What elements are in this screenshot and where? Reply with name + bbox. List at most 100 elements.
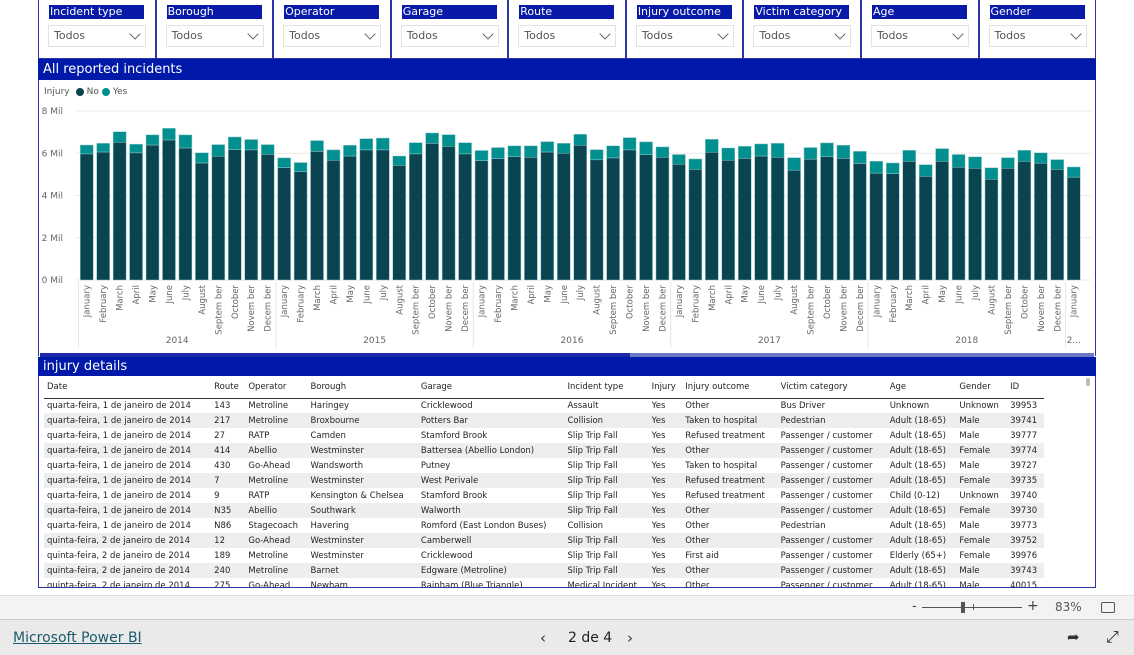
bar-no[interactable] bbox=[721, 159, 736, 281]
bar-yes[interactable] bbox=[787, 157, 801, 171]
table-row[interactable]: quinta-feira, 2 de janeiro de 2014 189 Met… bbox=[44, 548, 1044, 563]
bar-yes[interactable] bbox=[672, 154, 686, 165]
bar-yes[interactable] bbox=[195, 152, 209, 164]
slicer-dropdown[interactable]: Todos bbox=[400, 25, 499, 47]
bar-no[interactable] bbox=[688, 169, 703, 281]
bar-no[interactable] bbox=[672, 163, 686, 281]
slicer-dropdown[interactable]: Todos bbox=[988, 25, 1087, 47]
bar-yes[interactable] bbox=[524, 145, 538, 158]
bar-yes[interactable] bbox=[639, 141, 653, 155]
bar-yes[interactable] bbox=[820, 142, 834, 157]
bar-yes[interactable] bbox=[886, 162, 900, 174]
bar-yes[interactable] bbox=[573, 133, 587, 146]
bar-no[interactable] bbox=[376, 149, 390, 281]
bar-yes[interactable] bbox=[984, 167, 999, 180]
bar-no[interactable] bbox=[639, 154, 653, 281]
bar-no[interactable] bbox=[310, 151, 324, 281]
bar-no[interactable] bbox=[557, 153, 571, 281]
bar-no[interactable] bbox=[606, 157, 620, 281]
bar-yes[interactable] bbox=[441, 134, 456, 147]
table-row[interactable]: quinta-feira, 2 de janeiro de 2014 275 Go-… bbox=[44, 578, 1044, 588]
table-row[interactable]: quarta-feira, 1 de janeiro de 2014 430 Go-… bbox=[44, 458, 1044, 473]
bar-yes[interactable] bbox=[1017, 150, 1032, 162]
bar-no[interactable] bbox=[1034, 162, 1048, 281]
slicer-dropdown[interactable]: Todos bbox=[635, 25, 734, 47]
bar-yes[interactable] bbox=[244, 139, 258, 151]
bar-no[interactable] bbox=[770, 157, 785, 281]
column-header[interactable]: Date bbox=[44, 376, 212, 399]
zoom-in-button[interactable]: + bbox=[1027, 598, 1039, 614]
bar-no[interactable] bbox=[968, 167, 982, 281]
table-row[interactable]: quinta-feira, 2 de janeiro de 2014 240 Met… bbox=[44, 563, 1044, 578]
bar-no[interactable] bbox=[935, 161, 949, 281]
bar-no[interactable] bbox=[918, 176, 933, 281]
table-vertical-scrollbar[interactable] bbox=[1086, 378, 1090, 386]
slicer-dropdown[interactable]: Todos bbox=[753, 25, 852, 47]
bar-yes[interactable] bbox=[277, 157, 291, 168]
bar-no[interactable] bbox=[228, 149, 242, 281]
bar-yes[interactable] bbox=[918, 164, 933, 177]
bar-yes[interactable] bbox=[836, 144, 851, 159]
table-row[interactable]: quarta-feira, 1 de janeiro de 2014 143 Met… bbox=[44, 398, 1044, 413]
bar-no[interactable] bbox=[178, 147, 193, 281]
bar-yes[interactable] bbox=[853, 151, 867, 164]
bar-no[interactable] bbox=[820, 156, 834, 281]
bar-no[interactable] bbox=[573, 144, 587, 281]
bar-yes[interactable] bbox=[211, 144, 226, 157]
bar-no[interactable] bbox=[787, 169, 801, 281]
bar-yes[interactable] bbox=[1050, 159, 1065, 170]
bar-yes[interactable] bbox=[228, 136, 242, 150]
bar-yes[interactable] bbox=[935, 148, 949, 162]
bar-no[interactable] bbox=[754, 155, 768, 281]
bar-yes[interactable] bbox=[869, 161, 884, 174]
column-header[interactable]: Victim category bbox=[777, 376, 887, 399]
bar-yes[interactable] bbox=[606, 145, 620, 159]
bar-no[interactable] bbox=[195, 162, 209, 281]
bar-yes[interactable] bbox=[1001, 157, 1015, 169]
bar-no[interactable] bbox=[145, 144, 160, 281]
bar-yes[interactable] bbox=[754, 143, 768, 157]
bar-yes[interactable] bbox=[392, 155, 407, 166]
bar-yes[interactable] bbox=[951, 154, 966, 168]
bar-no[interactable] bbox=[853, 163, 867, 281]
bar-yes[interactable] bbox=[162, 128, 176, 141]
fullscreen-icon[interactable]: ⤢ bbox=[1106, 627, 1119, 647]
bar-no[interactable] bbox=[886, 173, 900, 281]
bar-no[interactable] bbox=[1001, 167, 1015, 281]
bar-no[interactable] bbox=[1066, 176, 1081, 281]
legend-yes-label[interactable]: Yes bbox=[113, 87, 128, 97]
bar-no[interactable] bbox=[326, 159, 341, 281]
column-header[interactable]: Gender bbox=[956, 376, 1008, 399]
bar-no[interactable] bbox=[129, 152, 143, 281]
bar-no[interactable] bbox=[425, 143, 439, 281]
bar-yes[interactable] bbox=[589, 149, 604, 161]
column-header[interactable]: Incident type bbox=[564, 376, 649, 399]
bar-no[interactable] bbox=[392, 165, 407, 281]
bar-no[interactable] bbox=[836, 158, 851, 281]
zoom-slider-thumb[interactable] bbox=[961, 602, 965, 613]
bar-yes[interactable] bbox=[326, 149, 341, 161]
table-row[interactable]: quarta-feira, 1 de janeiro de 2014 N35 Abe… bbox=[44, 503, 1044, 518]
bar-no[interactable] bbox=[162, 139, 176, 281]
bar-no[interactable] bbox=[79, 153, 94, 281]
bar-no[interactable] bbox=[540, 151, 555, 281]
bar-yes[interactable] bbox=[458, 142, 472, 155]
table-row[interactable]: quarta-feira, 1 de janeiro de 2014 414 Abe… bbox=[44, 443, 1044, 458]
bar-yes[interactable] bbox=[79, 144, 94, 155]
bar-no[interactable] bbox=[951, 166, 966, 281]
bar-no[interactable] bbox=[869, 172, 884, 281]
bar-no[interactable] bbox=[343, 155, 357, 281]
slicer-dropdown[interactable]: Todos bbox=[870, 25, 969, 47]
column-header[interactable]: Injury bbox=[648, 376, 683, 399]
bar-no[interactable] bbox=[705, 151, 719, 281]
bar-yes[interactable] bbox=[968, 156, 982, 169]
bar-yes[interactable] bbox=[425, 132, 439, 144]
share-icon[interactable]: ➦ bbox=[1067, 628, 1080, 646]
bar-no[interactable] bbox=[524, 157, 538, 281]
table-row[interactable]: quarta-feira, 1 de janeiro de 2014 9 RATP K… bbox=[44, 488, 1044, 503]
table-row[interactable]: quarta-feira, 1 de janeiro de 2014 27 RATP… bbox=[44, 428, 1044, 443]
bar-yes[interactable] bbox=[129, 143, 143, 154]
slicer-dropdown[interactable]: Todos bbox=[165, 25, 264, 47]
table-row[interactable]: quarta-feira, 1 de janeiro de 2014 7 Metro… bbox=[44, 473, 1044, 488]
legend-no-label[interactable]: No bbox=[87, 87, 99, 97]
